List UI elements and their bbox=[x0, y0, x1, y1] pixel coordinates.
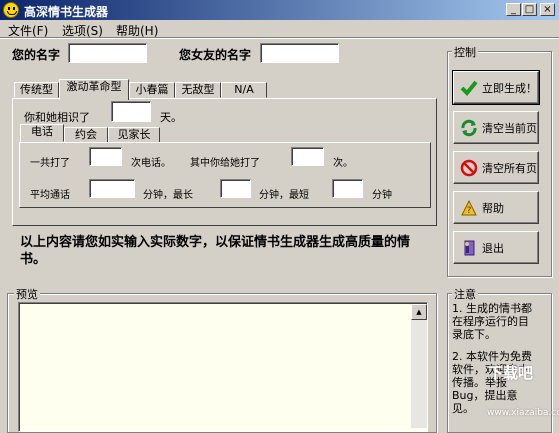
tab-spring[interactable]: 小春篇 bbox=[129, 82, 175, 98]
smiley-app-icon bbox=[3, 2, 19, 18]
no-entry-icon bbox=[460, 159, 478, 177]
watermark-brand: 下载吧 bbox=[488, 364, 534, 382]
your-name-input[interactable] bbox=[68, 43, 147, 63]
your-calls-suffix: 次。 bbox=[333, 158, 353, 169]
max-call-input[interactable] bbox=[220, 179, 251, 198]
total-calls-input[interactable] bbox=[89, 147, 122, 166]
total-calls-prefix: 一共打了 bbox=[30, 158, 70, 169]
avg-call-prefix: 平均通话 bbox=[30, 190, 70, 201]
tab-passion[interactable]: 激动革命型 bbox=[59, 79, 129, 100]
clear-current-page-button[interactable]: 清空当前页 bbox=[453, 111, 539, 144]
menu-divider bbox=[0, 37, 559, 39]
notes-group-title: 注意 bbox=[452, 286, 478, 302]
avg-call-input[interactable] bbox=[89, 179, 135, 198]
min-call-input[interactable] bbox=[332, 179, 363, 198]
known-days-input[interactable] bbox=[111, 101, 151, 122]
minimize-button[interactable]: _ bbox=[506, 3, 521, 16]
window-title: 高深情书生成器 bbox=[24, 5, 109, 19]
preview-textarea[interactable] bbox=[18, 302, 428, 432]
refresh-icon bbox=[460, 119, 478, 137]
min-call-unit: 分钟 bbox=[372, 190, 392, 201]
scroll-up-button[interactable]: ▲ bbox=[411, 304, 427, 320]
subtab-dating[interactable]: 约会 bbox=[64, 127, 108, 143]
your-calls-prefix: 其中你给她打了 bbox=[190, 158, 260, 169]
generate-now-button[interactable]: 立即生成！ bbox=[452, 70, 540, 105]
tab-na[interactable]: N/A bbox=[221, 82, 267, 98]
maximize-button[interactable]: □ bbox=[522, 3, 537, 16]
subtab-panel bbox=[19, 142, 431, 208]
subtab-phone[interactable]: 电话 bbox=[20, 124, 64, 142]
clear-all-pages-button[interactable]: 清空所有页 bbox=[453, 151, 539, 184]
known-days-prefix: 你和她相识了 bbox=[24, 111, 90, 124]
note-item-1: 1. 生成的情书都在程序运行的目录底下。 bbox=[452, 302, 532, 341]
max-call-unit: 分钟，最短 bbox=[259, 190, 309, 201]
input-warning: 以上内容请您如实输入实际数字，以保证情书生成器生成高质量的情书。 bbox=[20, 235, 411, 267]
your-calls-input[interactable] bbox=[291, 147, 324, 166]
avg-call-unit: 分钟，最长 bbox=[143, 190, 193, 201]
preview-group-title: 预览 bbox=[14, 286, 40, 302]
help-button[interactable]: ? 帮助 bbox=[453, 191, 539, 224]
checkmark-icon bbox=[460, 79, 478, 97]
girlfriend-name-input[interactable] bbox=[260, 43, 339, 63]
title-bar[interactable]: 高深情书生成器 _ □ × bbox=[0, 0, 559, 20]
total-calls-suffix: 次电话。 bbox=[131, 158, 171, 169]
close-button[interactable]: × bbox=[540, 3, 555, 16]
control-group-title: 控制 bbox=[452, 44, 478, 60]
watermark-url: www.xiazaiba.com bbox=[487, 408, 559, 418]
tab-invincible[interactable]: 无敌型 bbox=[175, 82, 221, 98]
svg-text:?: ? bbox=[467, 206, 472, 216]
your-name-label: 您的名字 bbox=[12, 48, 61, 62]
preview-scrollbar[interactable]: ▲ bbox=[411, 304, 427, 428]
help-icon: ? bbox=[460, 199, 478, 217]
exit-door-icon bbox=[460, 239, 478, 257]
subtab-meet-parents[interactable]: 见家长 bbox=[108, 127, 160, 143]
exit-button[interactable]: 退出 bbox=[453, 231, 539, 264]
girlfriend-name-label: 您女友的名字 bbox=[179, 48, 252, 62]
known-days-suffix: 天。 bbox=[160, 111, 182, 124]
tab-traditional[interactable]: 传统型 bbox=[14, 82, 59, 98]
